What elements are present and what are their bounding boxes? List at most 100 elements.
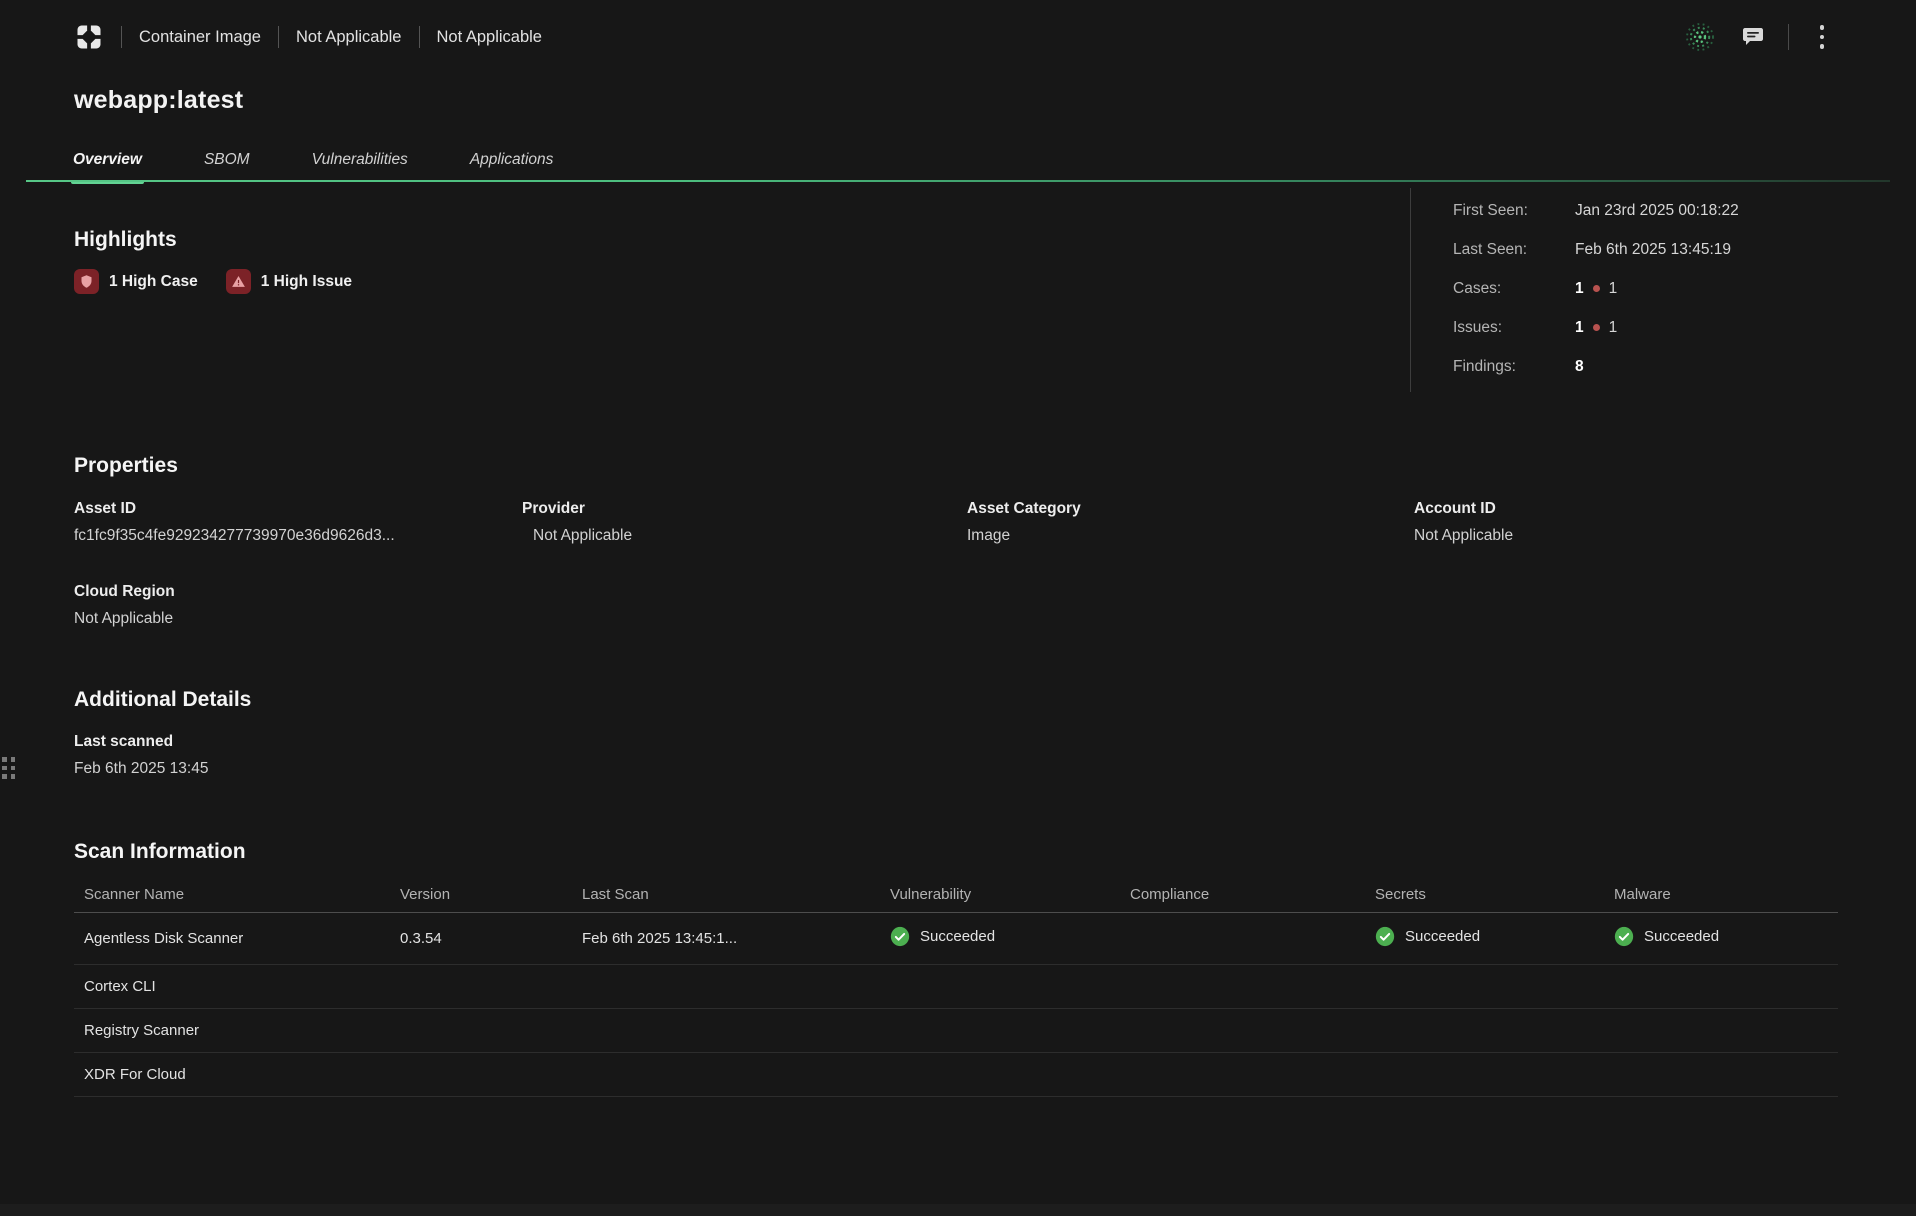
breadcrumb-item-container-image[interactable]: Container Image <box>139 28 261 47</box>
breadcrumb-separator <box>121 26 122 48</box>
highlight-badge-label: 1 High Case <box>109 273 198 291</box>
version-cell: 0.3.54 <box>390 913 572 965</box>
scan-status: Succeeded <box>1375 926 1480 947</box>
property-label: Asset ID <box>74 500 522 518</box>
version-cell <box>390 1053 572 1097</box>
scanner-row-cortex-cli[interactable]: Cortex CLI <box>74 965 1838 1009</box>
tab-overview[interactable]: Overview <box>73 151 142 169</box>
vulnerability-cell <box>880 1009 1120 1053</box>
properties-section: Properties Asset ID fc1fc9f35c4fe9292342… <box>74 454 1838 628</box>
last-scan-cell <box>572 1053 880 1097</box>
top-bar-actions <box>1682 19 1833 55</box>
highlight-badge-1-high-case[interactable]: 1 High Case <box>74 269 198 294</box>
property-asset-category: Asset Category Image <box>967 500 1414 545</box>
tab-sbom[interactable]: SBOM <box>204 151 250 169</box>
summary-value: Feb 6th 2025 13:45:19 <box>1575 241 1731 259</box>
compliance-cell <box>1120 1053 1365 1097</box>
scan-information-section: Scan Information Scanner NameVersionLast… <box>74 840 1838 1097</box>
column-header-vulnerability: Vulnerability <box>880 877 1120 913</box>
vulnerability-cell <box>880 965 1120 1009</box>
last-scan-cell: Feb 6th 2025 13:45:1... <box>572 913 880 965</box>
highlight-badge-1-high-issue[interactable]: 1 High Issue <box>226 269 352 294</box>
property-label: Account ID <box>1414 500 1838 518</box>
compliance-cell <box>1120 913 1365 965</box>
summary-row-cases-: Cases: 1 1 <box>1453 269 1838 308</box>
check-circle-icon <box>890 926 910 947</box>
property-asset-id: Asset ID fc1fc9f35c4fe929234277739970e36… <box>74 500 522 545</box>
scanner-row-agentless-disk-scanner[interactable]: Agentless Disk Scanner 0.3.54 Feb 6th 20… <box>74 913 1838 965</box>
property-account-id: Account ID Not Applicable <box>1414 500 1838 545</box>
shield-icon <box>74 269 99 294</box>
overview-content: Highlights 1 High Case 1 High Issue Firs… <box>74 182 1838 1097</box>
scanner-name-cell: Cortex CLI <box>74 965 390 1009</box>
summary-label: First Seen: <box>1453 202 1575 220</box>
breadcrumb-item-not-applicable[interactable]: Not Applicable <box>296 28 402 47</box>
toolbar-divider <box>1788 24 1789 50</box>
breadcrumb: Container Image Not Applicable Not Applica… <box>139 26 542 48</box>
secrets-cell <box>1365 1009 1604 1053</box>
compliance-cell <box>1120 1009 1365 1053</box>
scan-information-heading: Scan Information <box>74 840 1838 864</box>
red-count-dot-icon <box>1593 324 1600 331</box>
check-circle-icon <box>1614 926 1634 947</box>
column-header-malware: Malware <box>1604 877 1838 913</box>
property-cloud-region: Cloud Region Not Applicable <box>74 583 522 628</box>
drag-handle-icon[interactable] <box>2 757 15 779</box>
scanner-name-cell: Registry Scanner <box>74 1009 390 1053</box>
breadcrumb-item-not-applicable[interactable]: Not Applicable <box>437 28 543 47</box>
malware-cell <box>1604 965 1838 1009</box>
scan-information-table: Scanner NameVersionLast ScanVulnerabilit… <box>74 877 1838 1097</box>
warning-triangle-icon <box>226 269 251 294</box>
malware-cell: Succeeded <box>1604 913 1838 965</box>
summary-label: Issues: <box>1453 319 1575 337</box>
check-circle-icon <box>1375 926 1395 947</box>
summary-value: 8 <box>1575 358 1584 376</box>
tab-bar: Overview SBOM Vulnerabilities Applications <box>26 151 1890 182</box>
tab-applications[interactable]: Applications <box>470 151 554 169</box>
column-header-compliance: Compliance <box>1120 877 1365 913</box>
last-scan-cell <box>572 965 880 1009</box>
summary-label: Last Seen: <box>1453 241 1575 259</box>
more-options-icon[interactable] <box>1812 21 1833 53</box>
asset-summary-panel: First Seen: Jan 23rd 2025 00:18:22 Last … <box>1410 188 1838 392</box>
column-header-scanner-name: Scanner Name <box>74 877 390 913</box>
additional-details-section: Additional Details Last scanned Feb 6th … <box>74 688 1838 778</box>
summary-row-issues-: Issues: 1 1 <box>1453 308 1838 347</box>
bottom-scrollbar-track[interactable] <box>0 1204 1916 1216</box>
summary-value: 1 1 <box>1575 280 1617 298</box>
property-label: Asset Category <box>967 500 1414 518</box>
last-scanned-value: Feb 6th 2025 13:45 <box>74 760 1838 778</box>
compliance-cell <box>1120 965 1365 1009</box>
scanner-row-registry-scanner[interactable]: Registry Scanner <box>74 1009 1838 1053</box>
red-count-dot-icon <box>1593 285 1600 292</box>
column-header-last-scan: Last Scan <box>572 877 880 913</box>
summary-row-last-seen-: Last Seen: Feb 6th 2025 13:45:19 <box>1453 230 1838 269</box>
summary-label: Cases: <box>1453 280 1575 298</box>
property-value: Not Applicable <box>1414 527 1838 545</box>
malware-cell <box>1604 1009 1838 1053</box>
last-scan-cell <box>572 1009 880 1053</box>
summary-row-first-seen-: First Seen: Jan 23rd 2025 00:18:22 <box>1453 191 1838 230</box>
malware-cell <box>1604 1053 1838 1097</box>
property-label: Cloud Region <box>74 583 522 601</box>
summary-row-findings-: Findings: 8 <box>1453 347 1838 386</box>
property-label: Provider <box>522 500 967 518</box>
column-header-secrets: Secrets <box>1365 877 1604 913</box>
summary-value: Jan 23rd 2025 00:18:22 <box>1575 202 1739 220</box>
properties-heading: Properties <box>74 454 1838 478</box>
tab-vulnerabilities[interactable]: Vulnerabilities <box>312 151 408 169</box>
summary-label: Findings: <box>1453 358 1575 376</box>
ai-assistant-icon[interactable] <box>1682 19 1718 55</box>
property-value: Image <box>967 527 1414 545</box>
scan-status: Succeeded <box>1614 926 1719 947</box>
scanner-name-cell: Agentless Disk Scanner <box>74 913 390 965</box>
breadcrumb-separator <box>278 26 279 48</box>
property-value: Not Applicable <box>522 527 967 545</box>
column-header-version: Version <box>390 877 572 913</box>
secrets-cell <box>1365 965 1604 1009</box>
chat-icon[interactable] <box>1741 25 1765 49</box>
version-cell <box>390 1009 572 1053</box>
property-value: Not Applicable <box>74 610 522 628</box>
scanner-row-xdr-for-cloud[interactable]: XDR For Cloud <box>74 1053 1838 1097</box>
page-title: webapp:latest <box>74 86 1916 115</box>
